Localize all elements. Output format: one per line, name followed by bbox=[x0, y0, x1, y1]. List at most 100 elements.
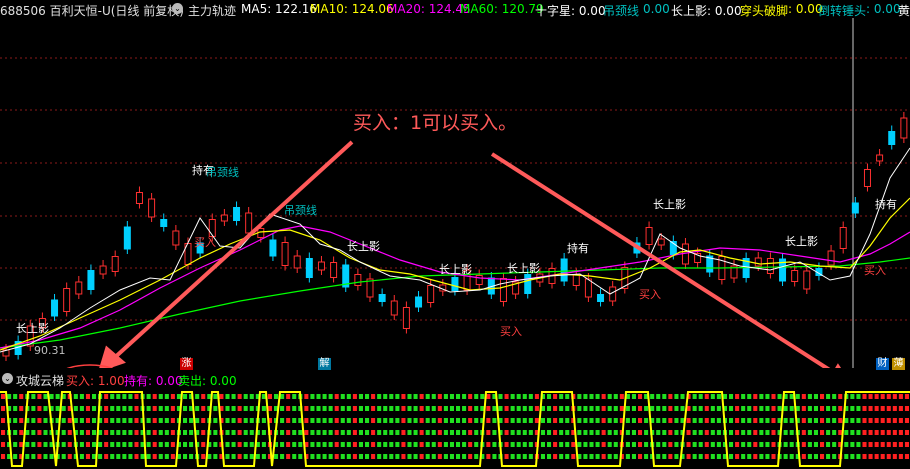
ladder-cell bbox=[601, 430, 606, 435]
ladder-cell bbox=[862, 406, 867, 411]
ladder-cell bbox=[383, 394, 388, 399]
ladder-cell bbox=[619, 406, 624, 411]
ma5-line bbox=[0, 147, 910, 353]
ladder-cell bbox=[274, 394, 279, 399]
finance-badge[interactable]: 财 bbox=[876, 358, 889, 370]
ladder-cell bbox=[589, 442, 594, 447]
ladder-cell bbox=[419, 418, 424, 423]
ladder-cell bbox=[862, 418, 867, 423]
ladder-cell bbox=[474, 442, 479, 447]
ladder-cell bbox=[43, 418, 48, 423]
ladder-cell bbox=[540, 442, 545, 447]
ladder-cell bbox=[328, 394, 333, 399]
ladder-cell bbox=[377, 442, 382, 447]
collapse-icon[interactable]: ⌄ bbox=[172, 3, 183, 14]
ladder-cell bbox=[122, 394, 127, 399]
ladder-cell bbox=[662, 394, 667, 399]
ladder-cell bbox=[352, 442, 357, 447]
ladder-cell bbox=[116, 430, 121, 435]
ladder-cell bbox=[668, 442, 673, 447]
ladder-cell bbox=[492, 418, 497, 423]
ladder-cell bbox=[826, 442, 831, 447]
ladder-cell bbox=[104, 454, 109, 459]
ladder-cell bbox=[286, 430, 291, 435]
ladder-cell bbox=[243, 430, 248, 435]
collapse-icon[interactable]: ⌄ bbox=[2, 373, 13, 384]
ladder-cell bbox=[334, 394, 339, 399]
ladder-cell bbox=[231, 406, 236, 411]
ladder-cell bbox=[589, 418, 594, 423]
ladder-cell bbox=[237, 394, 242, 399]
ladder-cell bbox=[413, 394, 418, 399]
ladder-cell bbox=[85, 418, 90, 423]
ladder-cell bbox=[486, 454, 491, 459]
ladder-cell bbox=[310, 442, 315, 447]
ladder-cell bbox=[419, 430, 424, 435]
ladder-cell bbox=[79, 442, 84, 447]
rise-badge[interactable]: 涨 bbox=[180, 358, 193, 370]
extra-badge[interactable]: 薄 bbox=[892, 358, 905, 370]
ladder-cell bbox=[868, 442, 873, 447]
ladder-cell bbox=[741, 430, 746, 435]
ladder-cell bbox=[698, 430, 703, 435]
ladder-indicator-chart[interactable] bbox=[0, 388, 910, 469]
ladder-cell bbox=[146, 442, 151, 447]
ladder-cell bbox=[832, 430, 837, 435]
ladder-cell bbox=[128, 430, 133, 435]
ladder-cell bbox=[510, 418, 515, 423]
ladder-cell bbox=[249, 454, 254, 459]
ladder-cell bbox=[716, 430, 721, 435]
ladder-cell bbox=[437, 442, 442, 447]
ladder-cell bbox=[292, 418, 297, 423]
indicator-name[interactable]: 主力轨迹 bbox=[188, 2, 236, 19]
ladder-cell bbox=[377, 394, 382, 399]
ladder-cell bbox=[656, 418, 661, 423]
ladder-cell bbox=[759, 406, 764, 411]
ladder-cell bbox=[346, 418, 351, 423]
ladder-cell bbox=[674, 430, 679, 435]
candlestick-chart[interactable] bbox=[0, 18, 910, 368]
ladder-cell bbox=[601, 418, 606, 423]
ladder-cell bbox=[886, 430, 891, 435]
ladder-cell bbox=[134, 454, 139, 459]
ladder-cell bbox=[625, 442, 630, 447]
ladder-cell bbox=[140, 454, 145, 459]
annotation-text: 买入：1可以买入。 bbox=[353, 112, 518, 134]
ladder-cell bbox=[832, 418, 837, 423]
candle-body bbox=[305, 258, 313, 278]
candle-body bbox=[415, 296, 423, 308]
ladder-cell bbox=[389, 430, 394, 435]
ladder-cell bbox=[874, 454, 879, 459]
ladder-cell bbox=[85, 406, 90, 411]
ladder-cell bbox=[425, 454, 430, 459]
sub-indicator-name[interactable]: 攻城云梯 bbox=[16, 372, 64, 389]
ladder-cell bbox=[43, 454, 48, 459]
ladder-cell bbox=[747, 406, 752, 411]
ladder-cell bbox=[116, 394, 121, 399]
ladder-cell bbox=[225, 430, 230, 435]
ladder-cell bbox=[358, 418, 363, 423]
ladder-cell bbox=[559, 430, 564, 435]
ladder-cell bbox=[92, 394, 97, 399]
ladder-cell bbox=[152, 454, 157, 459]
unlock-badge[interactable]: 解 bbox=[318, 358, 331, 370]
ladder-cell bbox=[504, 406, 509, 411]
ladder-cell bbox=[225, 454, 230, 459]
ladder-cell bbox=[104, 418, 109, 423]
ladder-cell bbox=[898, 406, 903, 411]
ladder-cell bbox=[328, 418, 333, 423]
ladder-cell bbox=[158, 418, 163, 423]
ladder-cell bbox=[79, 406, 84, 411]
ladder-cell bbox=[874, 394, 879, 399]
overflow-text: 黄 bbox=[898, 4, 910, 18]
ladder-cell bbox=[61, 454, 66, 459]
ladder-cell bbox=[753, 406, 758, 411]
ladder-cell bbox=[243, 394, 248, 399]
ladder-cell bbox=[553, 430, 558, 435]
candle-body bbox=[427, 285, 435, 303]
ladder-cell bbox=[462, 442, 467, 447]
candle-body bbox=[402, 307, 410, 329]
ladder-cell bbox=[316, 430, 321, 435]
ladder-cell bbox=[601, 454, 606, 459]
ladder-cell bbox=[340, 406, 345, 411]
